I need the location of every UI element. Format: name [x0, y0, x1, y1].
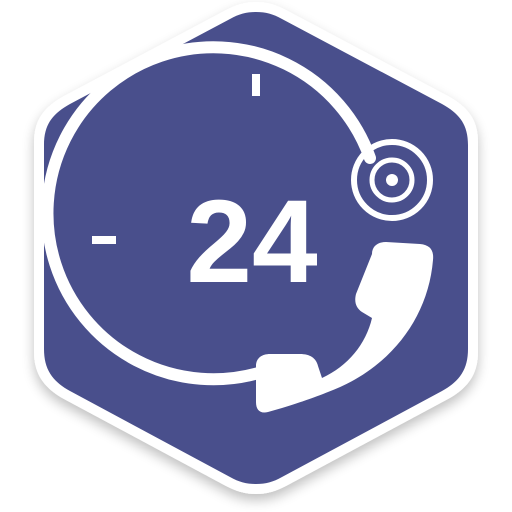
badge-number: 24 [186, 176, 317, 308]
support-24-icon: 24 [34, 2, 478, 494]
app-icon-24h-support: 24 [0, 0, 512, 512]
